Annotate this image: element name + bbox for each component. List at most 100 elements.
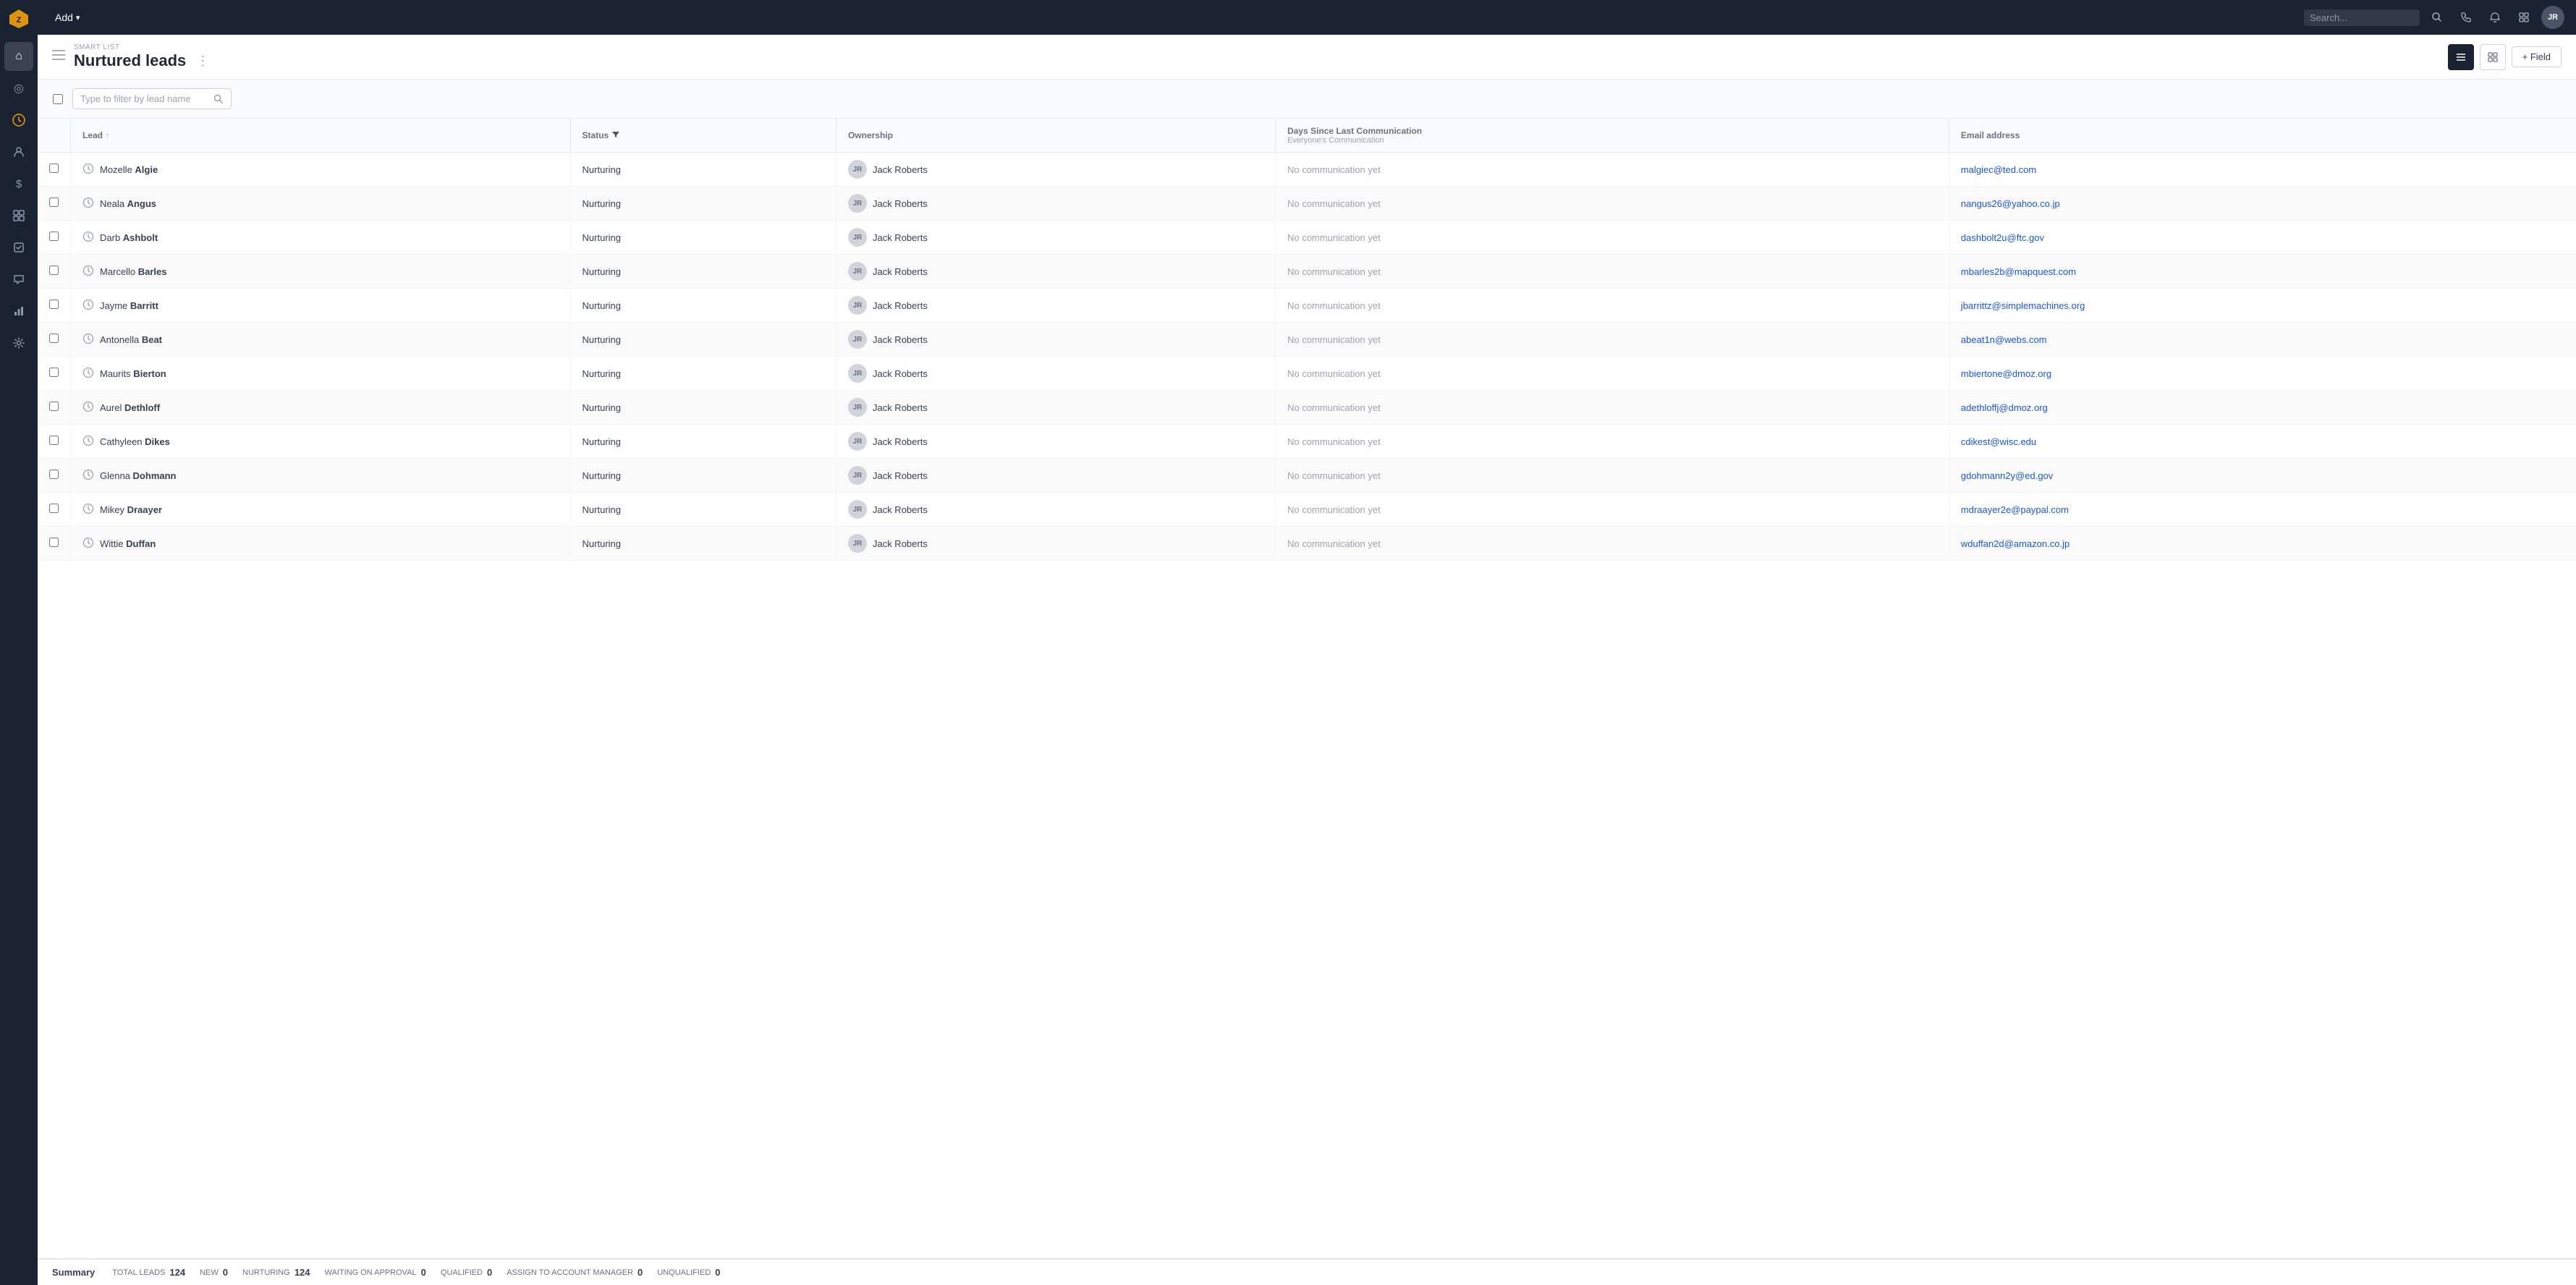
email-link[interactable]: mbarles2b@mapquest.com xyxy=(1961,266,2076,277)
sidebar-item-chat[interactable] xyxy=(4,265,33,294)
top-nav: Add ▾ xyxy=(38,0,2576,35)
col-status[interactable]: Status xyxy=(570,119,836,153)
email-link[interactable]: adethloffj@dmoz.org xyxy=(1961,402,2048,413)
email-link[interactable]: jbarrittz@simplemachines.org xyxy=(1961,300,2085,311)
row-checkbox[interactable] xyxy=(49,402,59,411)
select-all-checkbox[interactable] xyxy=(49,94,67,104)
lead-name[interactable]: Jayme Barritt xyxy=(100,300,158,311)
email-link[interactable]: gdohmann2y@ed.gov xyxy=(1961,470,2053,481)
email-link[interactable]: cdikest@wisc.edu xyxy=(1961,436,2036,447)
user-avatar[interactable]: JR xyxy=(2541,6,2564,29)
email-link[interactable]: mdraayer2e@paypal.com xyxy=(1961,504,2069,515)
summary-key: QUALIFIED xyxy=(441,1268,483,1277)
page-header-right: + Field xyxy=(2448,44,2562,70)
add-field-button[interactable]: + Field xyxy=(2512,46,2562,67)
sidebar-item-home[interactable]: ⌂ xyxy=(4,42,33,71)
email-link[interactable]: nangus26@yahoo.co.jp xyxy=(1961,198,2060,209)
row-checkbox[interactable] xyxy=(49,164,59,173)
lead-status-icon xyxy=(82,435,94,449)
sidebar-item-settings[interactable] xyxy=(4,328,33,357)
row-checkbox-cell[interactable] xyxy=(38,493,71,527)
lead-name[interactable]: Glenna Dohmann xyxy=(100,470,177,481)
row-checkbox-cell[interactable] xyxy=(38,527,71,561)
lead-name[interactable]: Wittie Duffan xyxy=(100,538,156,549)
sidebar-item-dashboard[interactable] xyxy=(4,201,33,230)
row-checkbox-cell[interactable] xyxy=(38,255,71,289)
table-row: Darb Ashbolt Nurturing JR Jack Roberts N… xyxy=(38,221,2576,255)
row-checkbox-cell[interactable] xyxy=(38,357,71,391)
row-checkbox[interactable] xyxy=(49,368,59,377)
row-checkbox[interactable] xyxy=(49,334,59,343)
all-rows-checkbox[interactable] xyxy=(53,94,63,104)
table-row: Antonella Beat Nurturing JR Jack Roberts… xyxy=(38,323,2576,357)
add-button[interactable]: Add ▾ xyxy=(49,9,85,26)
page-title-area: SMART LIST Nurtured leads ⋮ xyxy=(74,43,209,70)
status-badge: Nurturing xyxy=(582,504,621,515)
row-checkbox-cell[interactable] xyxy=(38,289,71,323)
owner-name: Jack Roberts xyxy=(873,470,928,481)
email-link[interactable]: malgiec@ted.com xyxy=(1961,164,2036,175)
lead-name[interactable]: Aurel Dethloff xyxy=(100,402,160,413)
communication-text: No communication yet xyxy=(1287,436,1381,447)
lead-name[interactable]: Mozelle Algie xyxy=(100,164,158,175)
communication-text: No communication yet xyxy=(1287,232,1381,243)
row-checkbox[interactable] xyxy=(49,232,59,241)
top-nav-right: JR xyxy=(2304,6,2564,29)
grid-icon-btn[interactable] xyxy=(2512,6,2535,29)
more-options-icon[interactable]: ⋮ xyxy=(196,54,209,69)
row-checkbox-cell[interactable] xyxy=(38,187,71,221)
lead-name-cell: Mozelle Algie xyxy=(71,153,571,187)
email-link[interactable]: mbiertone@dmoz.org xyxy=(1961,368,2051,379)
lead-name[interactable]: Marcello Barles xyxy=(100,266,167,277)
row-checkbox[interactable] xyxy=(49,504,59,513)
lead-name[interactable]: Mikey Draayer xyxy=(100,504,162,515)
owner-avatar: JR xyxy=(848,262,867,281)
lead-name[interactable]: Antonella Beat xyxy=(100,334,162,345)
sidebar-item-dollar[interactable]: $ xyxy=(4,169,33,198)
table-container: Type to filter by lead name Lead xyxy=(38,80,2576,1258)
search-icon-btn[interactable] xyxy=(2425,6,2449,29)
row-checkbox-cell[interactable] xyxy=(38,391,71,425)
email-link[interactable]: abeat1n@webs.com xyxy=(1961,334,2047,345)
sidebar-item-target[interactable]: ◎ xyxy=(4,74,33,103)
communication-cell: No communication yet xyxy=(1276,255,1949,289)
list-view-button[interactable] xyxy=(2448,44,2474,70)
phone-icon-btn[interactable] xyxy=(2454,6,2478,29)
grid-view-button[interactable] xyxy=(2480,44,2506,70)
row-checkbox-cell[interactable] xyxy=(38,323,71,357)
lead-name[interactable]: Maurits Bierton xyxy=(100,368,166,379)
summary-value: 0 xyxy=(421,1267,426,1278)
status-cell: Nurturing xyxy=(570,527,836,561)
sidebar-item-people[interactable] xyxy=(4,137,33,166)
lead-status-icon xyxy=(82,401,94,415)
lead-name[interactable]: Darb Ashbolt xyxy=(100,232,158,243)
email-link[interactable]: dashbolt2u@ftc.gov xyxy=(1961,232,2044,243)
row-checkbox-cell[interactable] xyxy=(38,221,71,255)
row-checkbox[interactable] xyxy=(49,538,59,547)
col-lead[interactable]: Lead ↑ xyxy=(71,119,571,153)
add-chevron-icon: ▾ xyxy=(76,13,80,22)
row-checkbox-cell[interactable] xyxy=(38,153,71,187)
owner-name: Jack Roberts xyxy=(873,266,928,277)
lead-name[interactable]: Neala Angus xyxy=(100,198,156,209)
row-checkbox-cell[interactable] xyxy=(38,425,71,459)
row-checkbox[interactable] xyxy=(49,300,59,309)
notification-icon-btn[interactable] xyxy=(2483,6,2507,29)
summary-value: 124 xyxy=(295,1267,310,1278)
sidebar-item-tasks[interactable] xyxy=(4,233,33,262)
summary-item: QUALIFIED0 xyxy=(441,1267,492,1278)
global-search-input[interactable] xyxy=(2304,9,2420,26)
row-checkbox[interactable] xyxy=(49,266,59,275)
owner-name: Jack Roberts xyxy=(873,504,928,515)
sidebar-item-leads[interactable] xyxy=(4,106,33,135)
row-checkbox[interactable] xyxy=(49,436,59,445)
email-link[interactable]: wduffan2d@amazon.co.jp xyxy=(1961,538,2069,549)
lead-status-icon xyxy=(82,333,94,347)
row-checkbox[interactable] xyxy=(49,470,59,479)
row-checkbox-cell[interactable] xyxy=(38,459,71,493)
row-checkbox[interactable] xyxy=(49,198,59,207)
menu-icon[interactable] xyxy=(52,50,65,64)
lead-name[interactable]: Cathyleen Dikes xyxy=(100,436,170,447)
sidebar-item-reports[interactable] xyxy=(4,297,33,326)
communication-text: No communication yet xyxy=(1287,266,1381,277)
